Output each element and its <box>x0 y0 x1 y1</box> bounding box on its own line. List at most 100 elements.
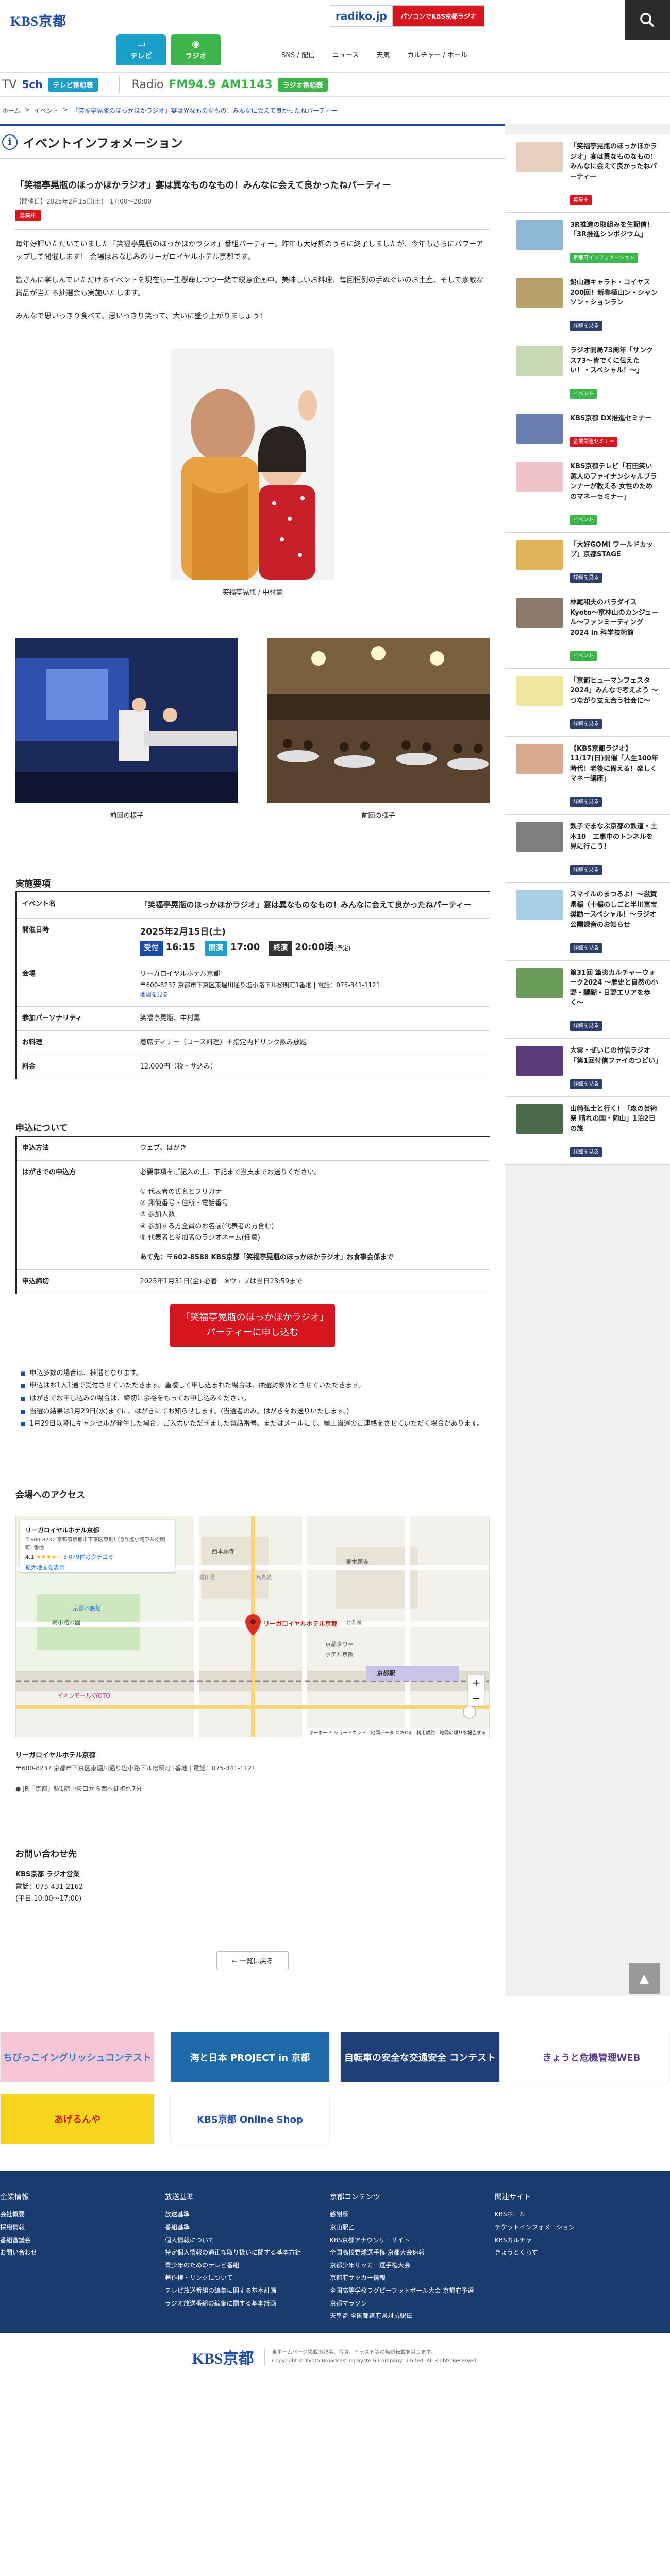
sidebar-event-item[interactable]: 3R推進の取組みを生配信！「3R推進シンポジウム」 京都府インフォメーション <box>505 212 670 270</box>
sidebar-event-item[interactable]: 第31回 筆夷カルチャーウォーク2024 〜歴史と自然の小野・醍醐・日野エリアを… <box>505 960 670 1039</box>
nav-weather[interactable]: 天気 <box>373 49 393 59</box>
sidebar-event-item[interactable]: 鉄子でまなぶ京都の鉄道・土木10 工事中のトンネルを見に行こう！ 詳細を見る <box>505 815 670 883</box>
sidebar-thumbnail <box>516 346 563 376</box>
footer-copy-notice: 当ホームページ掲載の記事、写真、イラスト等の無断転載を禁じます。 <box>272 2350 436 2356</box>
breadcrumb-events[interactable]: イベント <box>34 106 59 115</box>
sidebar-thumbnail <box>516 414 563 444</box>
footer-link[interactable]: チケットインフォメーション <box>495 2221 660 2234</box>
tv-schedule-button[interactable]: テレビ番組表 <box>47 77 98 92</box>
breadcrumb-sep: > <box>24 106 30 113</box>
table-row: 参加パーソナリティ 笑福亭晃瓶、中村薫 <box>15 1006 490 1031</box>
banner-english-contest[interactable]: ちびっこイングリッシュコンテスト <box>0 2032 155 2083</box>
footer-link[interactable]: ラジオ放送番組の編集に関する基本計画 <box>165 2297 330 2310</box>
map-link[interactable]: 地図を見る <box>140 990 485 1000</box>
table-row: 申込方法 ウェブ、はがき <box>15 1136 490 1161</box>
star-icon: ★★★★☆ <box>36 1553 62 1561</box>
sidebar-event-item[interactable]: 「笑福亭晃瓶のほっかほかラジオ」宴は異なものなもの！みんなに会えて良かったねパー… <box>505 134 670 213</box>
footer-link[interactable]: 採用情報 <box>0 2221 165 2234</box>
sidebar-thumbnail <box>516 1104 563 1134</box>
footer-link[interactable]: 感謝祭 <box>330 2208 495 2221</box>
row-value: 2025年1月31日(金) 必着 ※ウェブは当日23:59まで <box>135 1269 490 1294</box>
nav-news[interactable]: ニュース <box>329 49 362 59</box>
nav-culture[interactable]: カルチャー / ホール <box>404 49 471 59</box>
banner-agerunya[interactable]: あげるんや <box>0 2094 155 2145</box>
back-button[interactable]: ← 一覧に戻る <box>216 1951 289 1971</box>
apply-button[interactable]: 「笑福亭晃瓶のほっかほかラジオ」パーティーに申し込む <box>170 1304 335 1347</box>
page-top-button[interactable]: ▲ <box>629 1963 660 1994</box>
banner-umi-project[interactable]: 海と日本 PROJECT in 京都 <box>170 2032 330 2083</box>
sidebar-event-item[interactable]: 林尾和夫のパラダイスKyoto〜京林山のカンジュール〜ファンミーティング2024… <box>505 590 670 669</box>
footer-link[interactable]: 放送基準 <box>165 2208 330 2221</box>
prev-photo-2: 前回の様子 <box>267 638 490 820</box>
footer-copy-rights: Copyright © Kyoto Broadcasting System Co… <box>272 2358 478 2364</box>
sidebar-event-item[interactable]: 鉛山源キャラト・コイヤス 200回！新春極山ン・シャンソン・ションラン 詳細を見る <box>505 270 670 338</box>
footer-link[interactable]: KBSカルチャー <box>495 2234 660 2247</box>
footer-link[interactable]: 青少年のためのテレビ番組 <box>165 2259 330 2272</box>
sidebar-thumbnail <box>516 890 563 920</box>
footer-link[interactable]: 京都府サッカー情報 <box>330 2272 495 2284</box>
footer-logo[interactable]: KBS京都 <box>192 2346 254 2368</box>
apply-notes: 申込多数の場合は、抽選となります。 申込はお1人1通で受付させていただきます。重… <box>15 1367 490 1431</box>
footer-link[interactable]: 会社概要 <box>0 2208 165 2221</box>
tab-radio[interactable]: ◉ ラジオ <box>171 34 221 65</box>
google-map[interactable]: リーガロイヤルホテル京都 梅小路公園 京都水族館 西本願寺 東本願寺 京都駅 イ… <box>15 1515 490 1737</box>
footer-link[interactable]: 番組基準 <box>165 2221 330 2234</box>
footer-link[interactable]: 天皇盃 全国都道府県対抗駅伝 <box>330 2310 495 2323</box>
map-label: ホテル京阪 <box>325 1651 354 1658</box>
note-item: 1月29日以降にキャンセルが発生した場合、ご入力いただきました電話番号、またはメ… <box>21 1418 490 1431</box>
footer-link[interactable]: 全国高等学校ラグビーフットボール大会 京都府予選 <box>330 2284 495 2297</box>
footer-link[interactable]: 京山駅乙 <box>330 2221 495 2234</box>
footer-link[interactable]: 全国高校野球選手権 京都大会速報 <box>330 2246 495 2259</box>
sidebar-item-title: スマイルのまつるよ！〜滋賀県稲（十稲のしごと半川富宝奨励ースペシャル！〜ラジオ公… <box>570 891 658 929</box>
sidebar-event-item[interactable]: 山崎弘士と行く！「森の芸術祭 晴れの国・岡山」1泊2日の旅 詳細を見る <box>505 1096 670 1165</box>
sidebar-item-tag: イベント <box>570 651 597 661</box>
site-logo[interactable]: KBS京都 <box>10 0 66 40</box>
breadcrumb: ホーム > イベント > 「笑福亭晃瓶のほっかほかラジオ」宴は異なものなもの！みんな… <box>0 97 670 124</box>
radiko-banner[interactable]: radiko.jp パソコンでKBS京都ラジオ <box>330 5 484 27</box>
map-label: 京都駅 <box>377 1669 396 1677</box>
sidebar-event-item[interactable]: スマイルのまつるよ！〜滋賀県稲（十稲のしごと半川富宝奨励ースペシャル！〜ラジオ公… <box>505 883 670 961</box>
footer-column: 関連サイト KBSホール チケットインフォメーション KBSカルチャー きょうとくらす <box>495 2192 660 2322</box>
note-item: 当選の結果は1月29日(水)までに、はがきにてお知らせします。(当選者のみ。はが… <box>21 1405 490 1418</box>
row-value: 2025年2月15日(土) 受付 16:15 開演 17:00 終演 20:00頃 (予… <box>135 918 490 962</box>
end-time: 20:00頃 <box>295 941 334 953</box>
sidebar-event-item[interactable]: 【KBS京都ラジオ】11/17(日)開催「人生100年時代！老後に備える！楽しく… <box>505 736 670 815</box>
map-enlarge-link[interactable]: 拡大地図を表示 <box>25 1563 170 1571</box>
banner-crisis-web[interactable]: きょうと危機管理WEB <box>513 2032 670 2083</box>
footer-link[interactable]: KBSホール <box>495 2208 660 2221</box>
sidebar-event-item[interactable]: KBS京都 DX推進セミナー 企業関連セミナー <box>505 406 670 454</box>
footer-link[interactable]: 個人情報について <box>165 2234 330 2247</box>
footer-link[interactable]: テレビ放送番組の編集に関する基本計画 <box>165 2284 330 2297</box>
footer-link[interactable]: 京都少年サッカー選手権大会 <box>330 2259 495 2272</box>
footer-link[interactable]: 京都マラソン <box>330 2297 495 2310</box>
footer-link[interactable]: KBS京都アナウンサーサイト <box>330 2234 495 2247</box>
sidebar-thumbnail <box>516 743 563 774</box>
sidebar-event-item[interactable]: 「大好GOMI ワールドカップ」京都STAGE 詳細を見る <box>505 532 670 590</box>
search-button[interactable] <box>625 0 670 40</box>
row-value: 必要事項をご記入の上、下記まで当支までお送りください。 ① 代表者の氏名とフリガ… <box>135 1160 490 1270</box>
sidebar-event-item[interactable]: ラジオ開局73周年「サンクス73〜皆でくに伝えたい！・スペシャル！〜」 イベント <box>505 338 670 406</box>
footer-link[interactable]: きょうとくらす <box>495 2246 660 2259</box>
sidebar-event-item[interactable]: KBS京都テレビ「石田笑い選人のファイナンシャルプランナーが教える 女性のための… <box>505 454 670 533</box>
tab-tv-label: テレビ <box>130 52 152 60</box>
transport-info: JR「京都」駅1階中央口から西へ徒歩約7分 <box>23 1785 142 1793</box>
breadcrumb-home[interactable]: ホーム <box>2 106 21 115</box>
tab-tv[interactable]: ▭ テレビ <box>116 34 166 65</box>
sidebar-item-title: KBS京都 DX推進セミナー <box>570 415 652 422</box>
map-label: 梅小路公園 <box>52 1619 80 1626</box>
footer-link[interactable]: 特定個人情報の適正な取り扱いに関する基本方針 <box>165 2246 330 2259</box>
open-badge: 受付 <box>140 941 163 956</box>
sidebar-item-text: 「大好GOMI ワールドカップ」京都STAGE 詳細を見る <box>570 540 659 583</box>
banner-online-shop[interactable]: KBS京都 Online Shop <box>170 2094 330 2145</box>
radio-schedule-button[interactable]: ラジオ番組表 <box>277 77 328 92</box>
sidebar-event-item[interactable]: 大雲・ぜいじの付信ラジオ「第1回付信ファイのつどい」 詳細を見る <box>505 1039 670 1097</box>
footer-link[interactable]: 著作権・リンクについて <box>165 2272 330 2284</box>
map-zoom-control[interactable]: + − <box>468 1674 484 1706</box>
footer-link[interactable]: お問い合わせ <box>0 2246 165 2259</box>
footer-link[interactable]: 番組審議会 <box>0 2234 165 2247</box>
banner-traffic-contest[interactable]: 自転車の安全な交通安全 コンテスト <box>340 2032 500 2083</box>
sidebar-event-item[interactable]: 「京都ヒューマンフェスタ2024」みんなで考えよう 〜つながり支え合う社会に〜詳… <box>505 668 670 737</box>
nav-sns[interactable]: SNS / 配信 <box>278 49 318 59</box>
footer-bottom: KBS京都 当ホームページ掲載の記事、写真、イラスト等の無断転載を禁じます。 C… <box>0 2332 670 2382</box>
map-reviews[interactable]: 3,079件のクチコミ <box>63 1554 114 1561</box>
